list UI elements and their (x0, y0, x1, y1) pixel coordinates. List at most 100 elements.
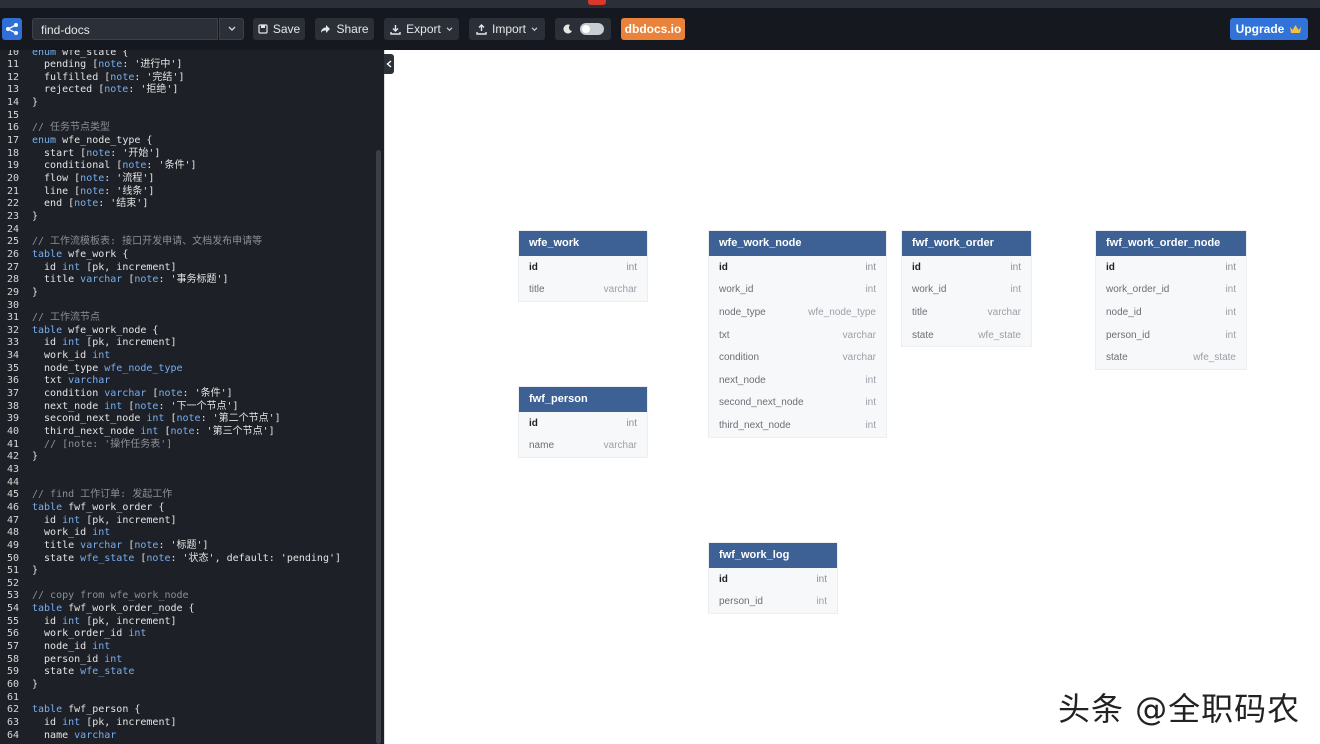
editor-scrollbar[interactable] (376, 150, 381, 744)
er-field-row[interactable]: next_node int (709, 369, 886, 392)
field-name: second_next_node (719, 397, 804, 409)
er-field-row[interactable]: work_order_id int (1096, 279, 1246, 302)
line-number: 64 (6, 729, 19, 741)
field-type: int (1010, 284, 1021, 296)
code-text: node_id int (32, 641, 111, 653)
import-icon (476, 23, 487, 35)
code-text: pending [note: '进行中'] (32, 59, 183, 71)
doc-name-field[interactable]: find-docs (32, 18, 218, 40)
er-field-row[interactable]: state wfe_state (902, 324, 1031, 347)
code-editor[interactable]: 10 enum wfe_state {11 pending [note: '进行中… (0, 50, 384, 744)
er-table-fwf-person[interactable]: fwf_person id int name varchar (519, 387, 647, 458)
code-text: } (32, 451, 39, 463)
field-name: id (1106, 261, 1115, 273)
save-icon (258, 24, 268, 34)
doc-dropdown-button[interactable] (219, 18, 244, 40)
er-field-row[interactable]: second_next_node int (709, 392, 886, 415)
line-number: 19 (6, 160, 19, 172)
line-number: 54 (6, 603, 19, 615)
er-table-header[interactable]: fwf_work_order (902, 231, 1031, 256)
share-button[interactable]: Share (315, 18, 374, 40)
line-number: 32 (6, 324, 19, 336)
er-field-row[interactable]: title varchar (902, 301, 1031, 324)
line-number: 26 (6, 248, 19, 260)
field-name: name (529, 440, 555, 452)
er-field-row[interactable]: work_id int (902, 279, 1031, 302)
er-field-row[interactable]: title varchar (519, 279, 647, 302)
code-text: second_next_node int [note: '第二个节点'] (32, 413, 281, 425)
er-field-row[interactable]: person_id int (709, 591, 837, 614)
field-name: person_id (1106, 329, 1150, 341)
er-table-fwf-work-order-node[interactable]: fwf_work_order_node id int work_order_id int… (1096, 231, 1246, 369)
er-table-header[interactable]: fwf_person (519, 387, 647, 412)
upgrade-label: Upgrade (1235, 22, 1285, 36)
er-field-row[interactable]: state wfe_state (1096, 346, 1246, 369)
line-number: 36 (6, 375, 19, 387)
code-text: id int [pk, increment] (32, 514, 177, 526)
er-table-fwf-work-order[interactable]: fwf_work_order id int work_id int title varcha… (902, 231, 1031, 347)
line-number: 57 (6, 641, 19, 653)
er-table-wfe-work[interactable]: wfe_work id int title varchar (519, 231, 647, 302)
er-field-row[interactable]: id int (709, 256, 886, 279)
field-type: int (1010, 261, 1021, 273)
chevron-down-icon (228, 26, 235, 31)
field-type: int (865, 374, 876, 386)
er-table-fwf-work-log[interactable]: fwf_work_log id int person_id int (709, 543, 837, 614)
er-field-row[interactable]: id int (1096, 256, 1246, 279)
code-text: work_id int (32, 350, 111, 362)
er-table-header[interactable]: fwf_work_log (709, 543, 837, 568)
export-button[interactable]: Export (384, 18, 459, 40)
er-field-row[interactable]: third_next_node int (709, 414, 886, 437)
code-text: id int [pk, increment] (32, 261, 177, 273)
upgrade-button[interactable]: Upgrade (1230, 18, 1308, 40)
toggle-switch[interactable] (579, 23, 604, 35)
field-type: int (626, 417, 637, 429)
app-logo[interactable] (2, 18, 22, 40)
line-number: 11 (6, 59, 19, 71)
code-text: end [note: '结束'] (32, 198, 149, 210)
line-number: 28 (6, 274, 19, 286)
field-name: work_id (719, 284, 754, 296)
er-field-row[interactable]: node_id int (1096, 301, 1246, 324)
er-field-row[interactable]: id int (902, 256, 1031, 279)
field-type: varchar (603, 440, 637, 452)
field-name: node_type (719, 306, 766, 318)
field-type: int (865, 284, 876, 296)
er-table-wfe-work-node[interactable]: wfe_work_node id int work_id int node_type wfe… (709, 231, 886, 437)
line-number: 43 (6, 463, 19, 475)
code-text: third_next_node int [note: '第三个节点'] (32, 426, 275, 437)
line-number: 23 (6, 210, 19, 222)
line-number: 17 (6, 135, 19, 147)
field-name: third_next_node (719, 419, 791, 431)
er-field-row[interactable]: condition varchar (709, 346, 886, 369)
er-field-row[interactable]: work_id int (709, 279, 886, 302)
er-field-row[interactable]: id int (709, 568, 837, 591)
code-text: title varchar [note: '标题'] (32, 539, 209, 551)
line-number: 47 (6, 514, 19, 526)
field-type: wfe_state (1193, 352, 1236, 364)
er-table-header[interactable]: wfe_work (519, 231, 647, 256)
er-field-row[interactable]: id int (519, 256, 647, 279)
er-field-row[interactable]: name varchar (519, 435, 647, 458)
dbdocs-button[interactable]: dbdocs.io (621, 18, 685, 40)
code-text: work_order_id int (32, 628, 147, 640)
line-number: 15 (6, 109, 19, 121)
er-field-row[interactable]: txt varchar (709, 324, 886, 347)
field-name: node_id (1106, 306, 1142, 318)
field-name: id (912, 261, 921, 273)
code-text: // 工作流模板表: 接口开发申请、文档发布申请等 (32, 236, 263, 248)
save-button[interactable]: Save (253, 18, 305, 40)
line-number: 27 (6, 261, 19, 273)
field-type: wfe_node_type (808, 306, 876, 318)
line-number: 58 (6, 653, 19, 665)
line-number: 39 (6, 413, 19, 425)
line-number: 13 (6, 84, 19, 96)
er-table-header[interactable]: fwf_work_order_node (1096, 231, 1246, 256)
er-table-header[interactable]: wfe_work_node (709, 231, 886, 256)
dark-mode-toggle[interactable] (555, 18, 611, 40)
er-field-row[interactable]: node_type wfe_node_type (709, 301, 886, 324)
er-field-row[interactable]: id int (519, 412, 647, 435)
import-button[interactable]: Import (469, 18, 545, 40)
er-field-row[interactable]: person_id int (1096, 324, 1246, 347)
code-text: id int [pk, increment] (32, 716, 177, 728)
